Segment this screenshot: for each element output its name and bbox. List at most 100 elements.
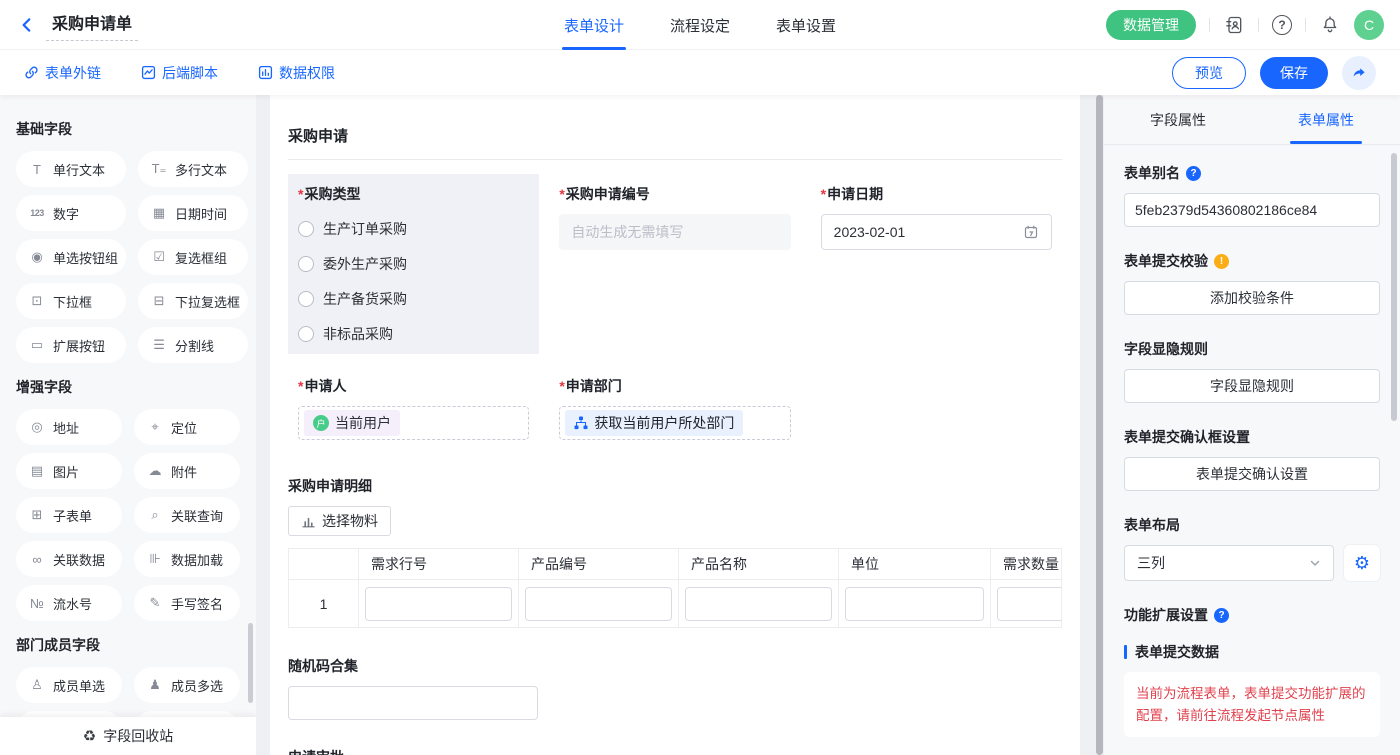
help-circle-icon[interactable]: ? — [1186, 166, 1201, 181]
add-validation-button[interactable]: 添加校验条件 — [1124, 281, 1380, 315]
field-item-number[interactable]: 123数字 — [16, 195, 126, 231]
field-item-signature-pen[interactable]: ✎手写签名 — [134, 585, 240, 621]
apply-date-input[interactable]: 2023-02-01 — [821, 214, 1052, 250]
save-button[interactable]: 保存 — [1260, 57, 1328, 89]
purchase-detail-section[interactable]: 采购申请明细 选择物料 需求行号产品编号产品名称单位需求数量 1 — [288, 476, 1062, 628]
field-apply-dept[interactable]: *申请部门 获取当前用户所处部门 — [549, 366, 800, 450]
avatar[interactable]: C — [1354, 10, 1384, 40]
field-item-linked-query[interactable]: ⌕关联查询 — [134, 497, 240, 533]
radio-option-label: 生产备货采购 — [323, 289, 407, 309]
field-item-divider-line[interactable]: ☰分割线 — [138, 327, 248, 363]
field-item-linked-data[interactable]: ∞关联数据 — [16, 541, 122, 577]
submit-data-header: 表单提交数据 — [1124, 642, 1380, 662]
field-item-image[interactable]: ▤图片 — [16, 453, 122, 489]
submit-confirm-button[interactable]: 表单提交确认设置 — [1124, 457, 1380, 491]
help-circle-icon[interactable]: ? — [1214, 608, 1229, 623]
radio-option[interactable]: 非标品采购 — [298, 324, 529, 344]
field-item-data-load-chart[interactable]: ⊪数据加载 — [134, 541, 240, 577]
current-user-tag: 户 当前用户 — [304, 410, 400, 436]
address-book-icon[interactable] — [1223, 14, 1245, 36]
toolbar-link-link[interactable]: 表单外链 — [24, 63, 101, 83]
random-code-input[interactable] — [288, 686, 538, 720]
panel-tab-1[interactable]: 字段属性 — [1104, 95, 1252, 144]
table-body-cell — [991, 580, 1062, 627]
field-item-label: 图片 — [53, 462, 79, 481]
canvas-scrollbar[interactable] — [1096, 95, 1103, 755]
form-toolbar: 表单外链 后端脚本 数据权限 预览 保存 — [0, 50, 1400, 95]
field-item-subform[interactable]: ⊞子表单 — [16, 497, 122, 533]
sidebar-section-title: 基础字段 — [16, 119, 240, 139]
field-recycle-bin[interactable]: ♻ 字段回收站 — [0, 717, 256, 755]
share-button[interactable] — [1342, 56, 1376, 90]
table-cell-input[interactable] — [997, 587, 1062, 621]
field-label: 随机码合集 — [288, 656, 1062, 676]
panel-tab-2[interactable]: 表单属性 — [1252, 95, 1400, 144]
field-item-attachment-cloud[interactable]: ☁附件 — [134, 453, 240, 489]
preview-button[interactable]: 预览 — [1172, 57, 1246, 89]
table-cell-input[interactable] — [365, 587, 512, 621]
subform-icon: ⊞ — [28, 507, 46, 523]
field-item-address-pin[interactable]: ◎地址 — [16, 409, 122, 445]
field-item-datetime[interactable]: ▦日期时间 — [138, 195, 248, 231]
toolbar-link-label: 数据权限 — [279, 63, 335, 83]
select-material-button[interactable]: 选择物料 — [288, 506, 391, 536]
field-item-multi-line-text[interactable]: T₌多行文本 — [138, 151, 248, 187]
field-item-locate-target[interactable]: ⌖定位 — [134, 409, 240, 445]
purchase-no-input[interactable] — [559, 214, 790, 250]
field-item-single-line-text[interactable]: T单行文本 — [16, 151, 126, 187]
data-manage-button[interactable]: 数据管理 — [1106, 10, 1196, 40]
table-header-cell: 产品编号 — [519, 549, 679, 580]
field-item-member-single[interactable]: ♙成员单选 — [16, 667, 122, 703]
header-tab-3[interactable]: 表单设置 — [776, 0, 836, 50]
field-item-label: 复选框组 — [175, 248, 227, 267]
field-item-label: 下拉复选框 — [175, 292, 240, 311]
table-header-cell: 产品名称 — [679, 549, 839, 580]
field-item-member-multi[interactable]: ♟成员多选 — [134, 667, 240, 703]
radio-circle-icon — [298, 326, 314, 342]
layout-select[interactable]: 三列 — [1124, 545, 1334, 581]
applicant-input[interactable]: 户 当前用户 — [298, 406, 529, 440]
table-row-number: 1 — [289, 580, 359, 627]
table-cell-input[interactable] — [685, 587, 832, 621]
field-item-checkbox-group[interactable]: ☑ 复选框组 — [138, 239, 248, 275]
panel-scrollbar[interactable] — [1391, 153, 1397, 421]
notification-bell-icon[interactable] — [1319, 14, 1341, 36]
field-applicant[interactable]: *申请人 户 当前用户 — [288, 366, 539, 450]
field-item-dropdown[interactable]: ⊡下拉框 — [16, 283, 126, 319]
field-purchase-no[interactable]: *采购申请编号 — [549, 174, 800, 354]
sidebar-scrollbar[interactable] — [248, 623, 253, 703]
checkbox-group-icon: ☑ — [150, 249, 168, 265]
toolbar-data-permission-link[interactable]: 数据权限 — [258, 63, 335, 83]
field-item-radio-group[interactable]: ◉单选按钮组 — [16, 239, 126, 275]
field-purchase-type[interactable]: *采购类型 生产订单采购委外生产采购生产备货采购非标品采购 — [288, 174, 539, 354]
table-cell-input[interactable] — [845, 587, 984, 621]
apply-dept-input[interactable]: 获取当前用户所处部门 — [559, 406, 790, 440]
radio-option-label: 委外生产采购 — [323, 254, 407, 274]
header-tab-2[interactable]: 流程设定 — [670, 0, 730, 50]
field-item-multi-dropdown[interactable]: ⊟下拉复选框 — [138, 283, 248, 319]
back-icon[interactable] — [16, 14, 38, 36]
field-random-code[interactable]: 随机码合集 — [288, 656, 1062, 720]
header-tab-1[interactable]: 表单设计 — [564, 0, 624, 50]
radio-option[interactable]: 委外生产采购 — [298, 254, 529, 274]
form-alias-input[interactable] — [1124, 193, 1380, 227]
field-item-serial-number[interactable]: №流水号 — [16, 585, 122, 621]
field-visibility-button[interactable]: 字段显隐规则 — [1124, 369, 1380, 403]
table-cell-input[interactable] — [525, 587, 672, 621]
radio-option[interactable]: 生产备货采购 — [298, 289, 529, 309]
warning-circle-icon: ! — [1214, 254, 1229, 269]
radio-option[interactable]: 生产订单采购 — [298, 219, 529, 239]
toolbar-script-link[interactable]: 后端脚本 — [141, 63, 218, 83]
table-header-cell: 单位 — [839, 549, 991, 580]
member-multi-icon: ♟ — [146, 677, 164, 693]
layout-settings-button[interactable]: ⚙ — [1344, 545, 1380, 581]
field-item-label: 下拉框 — [53, 292, 92, 311]
field-item-label: 数字 — [53, 204, 79, 223]
field-item-extend-button[interactable]: ▭扩展按钮 — [16, 327, 126, 363]
submit-confirm-label: 表单提交确认框设置 — [1124, 427, 1250, 447]
field-apply-date[interactable]: *申请日期 2023-02-01 — [811, 174, 1062, 354]
page-title[interactable]: 采购申请单 — [46, 8, 138, 41]
field-item-label: 地址 — [53, 418, 79, 437]
divider — [288, 159, 1062, 160]
help-icon[interactable]: ? — [1272, 15, 1292, 35]
